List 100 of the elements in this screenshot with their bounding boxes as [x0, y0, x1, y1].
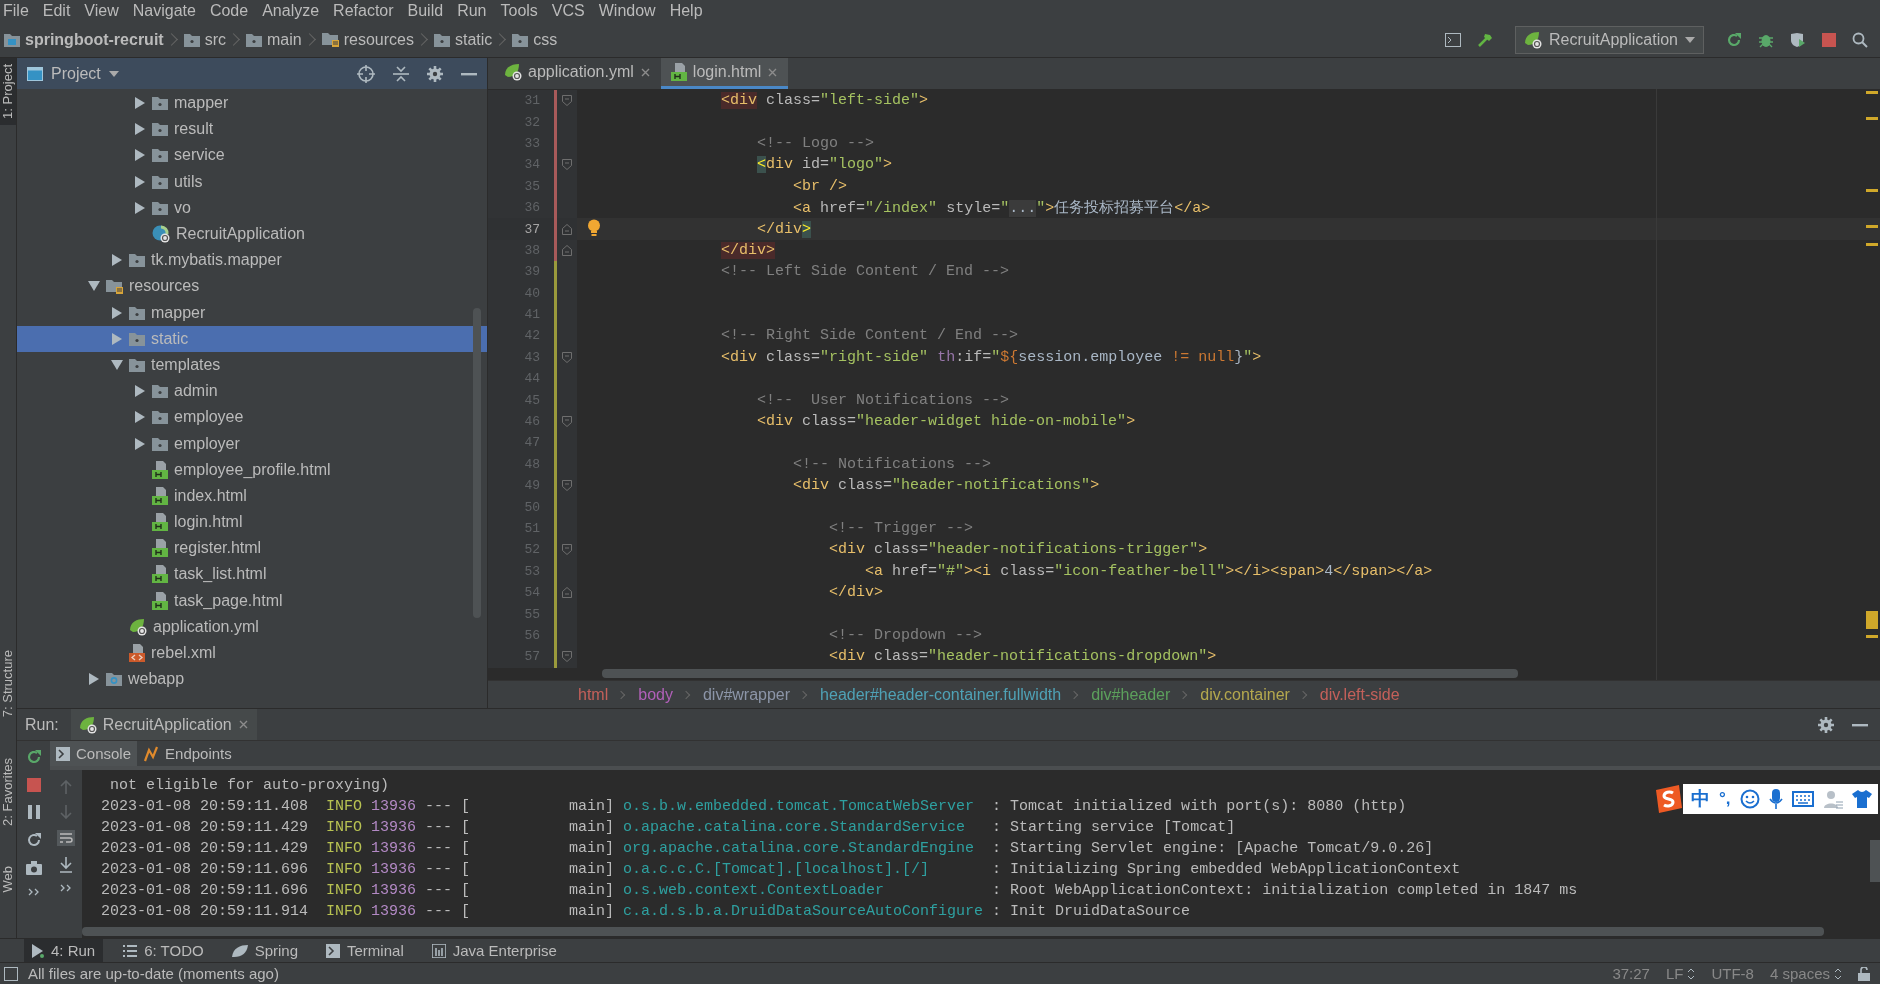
path-crumb[interactable]: src: [183, 30, 240, 49]
menu-item[interactable]: Navigate: [125, 1, 203, 21]
console-tab[interactable]: Endpoints: [137, 741, 238, 766]
log-logger[interactable]: org.apache.catalina.core.StandardEngine: [623, 840, 993, 857]
shield-run-icon[interactable]: [1790, 31, 1806, 48]
settings-icon[interactable]: [427, 65, 443, 82]
menu-item[interactable]: Code: [202, 1, 256, 21]
collapse-all-icon[interactable]: [393, 65, 409, 82]
element-crumb[interactable]: header#header-container.fullwidth: [820, 684, 1082, 705]
expand-arrow-icon[interactable]: [88, 673, 100, 686]
tree-item[interactable]: index.html: [17, 482, 487, 509]
search-icon[interactable]: [1852, 31, 1868, 48]
camera-icon[interactable]: [25, 861, 42, 875]
restore-icon[interactable]: [25, 832, 42, 848]
path-crumb[interactable]: css: [512, 30, 572, 49]
log-logger[interactable]: c.a.d.s.b.a.DruidDataSourceAutoConfigure: [623, 903, 993, 920]
console-tab[interactable]: Console: [50, 741, 138, 766]
fold-marker-icon[interactable]: [562, 416, 572, 428]
tree-item[interactable]: employee_profile.html: [17, 456, 487, 483]
tree-item[interactable]: result: [17, 116, 487, 143]
caret-position[interactable]: 37:27: [1612, 965, 1650, 982]
unlocked-icon[interactable]: [1858, 966, 1870, 981]
menu-item[interactable]: Tools: [493, 1, 545, 21]
keyboard-icon[interactable]: [1791, 791, 1814, 807]
minimize-icon[interactable]: [1852, 722, 1868, 727]
panel-toggle-icon[interactable]: [4, 966, 18, 981]
tool-window-button[interactable]: 4: Run: [24, 938, 104, 963]
panel-title-dropdown[interactable]: Project: [27, 64, 119, 83]
menu-item[interactable]: Build: [400, 1, 451, 21]
expand-arrow-icon[interactable]: [134, 201, 146, 214]
fold-marker-icon[interactable]: [562, 351, 572, 363]
pause-icon[interactable]: [27, 805, 40, 819]
path-crumb[interactable]: static: [433, 30, 507, 49]
path-crumb[interactable]: main: [246, 30, 316, 49]
line-separator-selector[interactable]: LF: [1665, 965, 1696, 982]
more-icon[interactable]: [60, 884, 72, 892]
log-logger[interactable]: o.apache.catalina.core.StandardService: [623, 819, 993, 836]
tree-item[interactable]: login.html: [17, 509, 487, 536]
tool-window-button[interactable]: Web: [0, 859, 16, 898]
file-tab[interactable]: login.html: [660, 58, 789, 89]
menu-item[interactable]: Run: [450, 1, 494, 21]
tree-item[interactable]: webapp: [17, 666, 487, 693]
fold-marker-icon[interactable]: [562, 223, 572, 235]
close-icon[interactable]: [237, 719, 249, 730]
expand-arrow-icon[interactable]: [134, 175, 146, 188]
fold-marker-icon[interactable]: [562, 159, 572, 171]
microphone-icon[interactable]: [1768, 789, 1783, 809]
expand-arrow-icon[interactable]: [134, 385, 146, 398]
expand-arrow-icon[interactable]: [134, 411, 146, 424]
fold-marker-icon[interactable]: [562, 480, 572, 492]
input-mode-toggle[interactable]: 中: [1691, 786, 1710, 812]
fold-marker-icon[interactable]: [562, 544, 572, 556]
menu-item[interactable]: Analyze: [255, 1, 327, 21]
scrollbar-thumb[interactable]: [1870, 840, 1880, 882]
tree-item[interactable]: tk.mybatis.mapper: [17, 247, 487, 274]
smiley-icon[interactable]: [1739, 789, 1760, 809]
fold-marker-icon[interactable]: [562, 95, 572, 107]
expand-arrow-icon[interactable]: [111, 306, 123, 319]
terminal-window-icon[interactable]: [1445, 32, 1462, 47]
tree-item[interactable]: admin: [17, 378, 487, 405]
tree-item[interactable]: employee: [17, 404, 487, 431]
indent-selector[interactable]: 4 spaces: [1769, 965, 1842, 982]
menu-item[interactable]: View: [77, 1, 126, 21]
tree-item[interactable]: service: [17, 142, 487, 169]
tool-window-button[interactable]: 7: Structure: [0, 644, 16, 724]
menu-item[interactable]: File: [0, 1, 36, 21]
more-icon[interactable]: [27, 888, 40, 896]
tool-window-button[interactable]: 6: TODO: [115, 938, 212, 963]
tree-item[interactable]: templates: [17, 351, 487, 379]
tree-item[interactable]: RecruitApplication: [17, 220, 487, 248]
scrollbar-thumb[interactable]: [602, 669, 1518, 678]
expand-arrow-icon[interactable]: [134, 149, 146, 162]
expand-arrow-icon[interactable]: [134, 97, 146, 110]
tree-item[interactable]: vo: [17, 194, 487, 221]
fold-marker-icon[interactable]: [562, 244, 572, 256]
encoding-selector[interactable]: UTF-8: [1711, 965, 1754, 982]
log-logger[interactable]: o.s.b.w.embedded.tomcat.TomcatWebServer: [623, 798, 993, 815]
expand-arrow-icon[interactable]: [111, 254, 123, 267]
element-crumb[interactable]: div#header: [1091, 684, 1191, 705]
expand-arrow-icon[interactable]: [134, 437, 146, 450]
tool-window-button[interactable]: Spring: [223, 938, 307, 963]
tool-window-button[interactable]: Java Enterprise: [423, 938, 565, 963]
log-logger[interactable]: o.s.web.context.ContextLoader: [623, 882, 993, 899]
input-method-logo-icon[interactable]: [1653, 784, 1683, 814]
expand-arrow-icon[interactable]: [111, 332, 123, 345]
collapse-arrow-icon[interactable]: [111, 358, 123, 371]
menu-item[interactable]: Refactor: [326, 1, 401, 21]
element-crumb[interactable]: div#wrapper: [702, 684, 811, 705]
path-crumb[interactable]: springboot-recruit: [4, 30, 178, 49]
fold-marker-icon[interactable]: [562, 587, 572, 599]
tree-item[interactable]: utils: [17, 168, 487, 195]
path-crumb[interactable]: resources: [321, 30, 428, 49]
tool-window-button[interactable]: Terminal: [318, 938, 412, 963]
settings-icon[interactable]: [1818, 716, 1834, 733]
menu-item[interactable]: Help: [662, 1, 710, 21]
lightbulb-icon[interactable]: [587, 219, 601, 238]
stop-icon[interactable]: [26, 778, 41, 792]
tree-item[interactable]: mapper: [17, 90, 487, 117]
tree-item[interactable]: rebel.xml: [17, 639, 487, 667]
fold-marker-icon[interactable]: [562, 651, 572, 663]
